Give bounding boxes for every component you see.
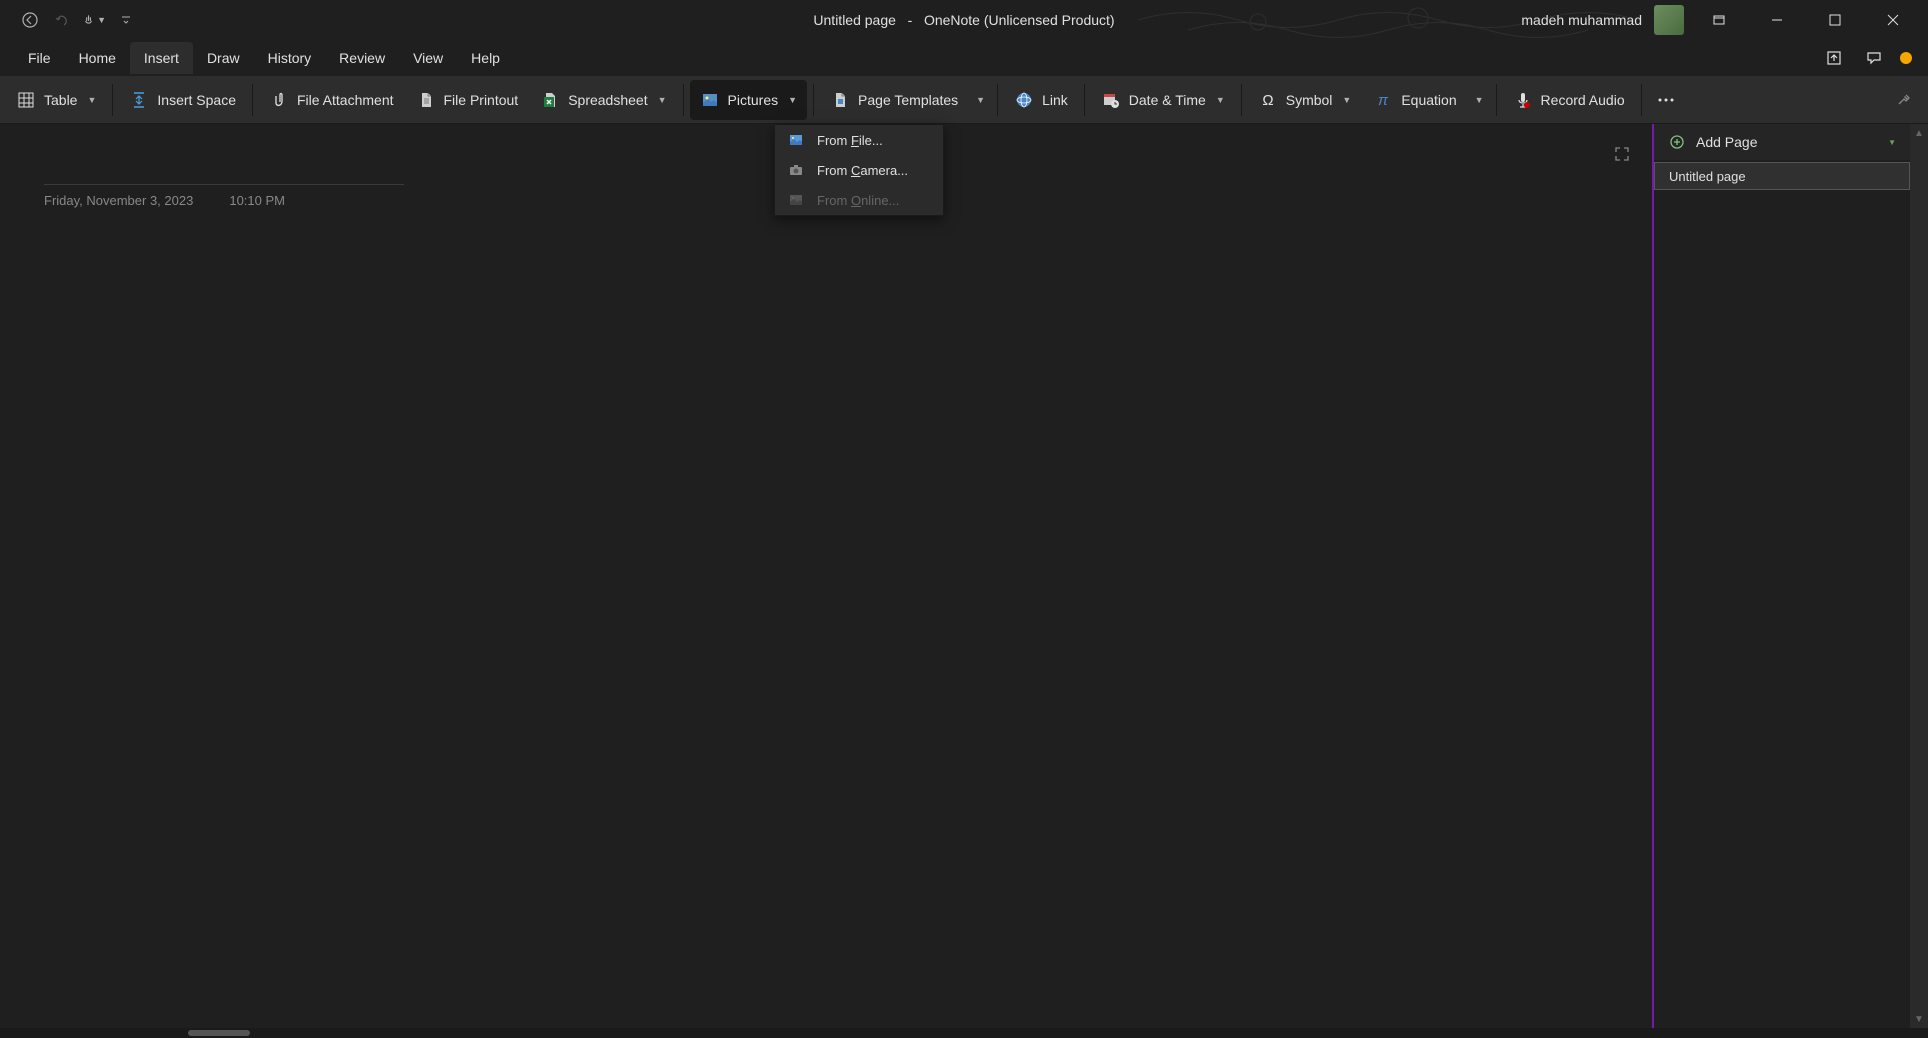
scrollbar-track[interactable]: [1910, 142, 1928, 1010]
menu-history[interactable]: History: [254, 42, 326, 74]
menu-review[interactable]: Review: [325, 42, 399, 74]
chevron-down-icon: ▼: [1342, 95, 1351, 105]
page-time: 10:10 PM: [229, 193, 285, 208]
page-title-line: [44, 184, 404, 185]
vertical-scrollbar[interactable]: ▲ ▼: [1910, 124, 1928, 1028]
picture-online-icon: [787, 191, 805, 209]
expand-fullscreen-icon[interactable]: [1610, 142, 1634, 166]
back-icon[interactable]: [18, 8, 42, 32]
menu-draw[interactable]: Draw: [193, 42, 254, 74]
record-audio-button[interactable]: Record Audio: [1503, 80, 1635, 120]
add-page-button[interactable]: Add Page ▼: [1654, 124, 1910, 160]
touch-mode-icon[interactable]: ▼: [82, 8, 106, 32]
menu-home[interactable]: Home: [65, 42, 130, 74]
share-icon[interactable]: [1820, 44, 1848, 72]
equation-dropdown[interactable]: ▼: [1469, 80, 1490, 120]
chevron-down-icon: ▼: [658, 95, 667, 105]
ribbon-divider: [112, 84, 113, 116]
pictures-icon: [700, 90, 720, 110]
close-button[interactable]: [1870, 3, 1916, 37]
paperclip-icon: [269, 90, 289, 110]
camera-icon: [787, 161, 805, 179]
symbol-button[interactable]: Ω Symbol ▼: [1248, 80, 1362, 120]
ribbon-divider: [1496, 84, 1497, 116]
table-button[interactable]: Table ▼: [6, 80, 106, 120]
title-bar: ▼ Untitled page - OneNote (Unlicensed Pr…: [0, 0, 1928, 40]
user-avatar[interactable]: [1654, 5, 1684, 35]
from-online-item: From Online...: [775, 185, 943, 215]
menu-bar: File Home Insert Draw History Review Vie…: [0, 40, 1928, 76]
ribbon-divider: [1641, 84, 1642, 116]
svg-text:Ω: Ω: [1262, 92, 1273, 109]
table-icon: [16, 90, 36, 110]
record-audio-icon: [1513, 90, 1533, 110]
ribbon: Table ▼ Insert Space File Attachment Fil…: [0, 76, 1928, 124]
picture-file-icon: [787, 131, 805, 149]
date-time-button[interactable]: Date & Time ▼: [1091, 80, 1235, 120]
equation-button[interactable]: π Equation: [1363, 80, 1466, 120]
page-templates-dropdown[interactable]: ▼: [970, 80, 991, 120]
date-time-icon: [1101, 90, 1121, 110]
chevron-down-icon: ▼: [97, 15, 106, 25]
ribbon-divider: [997, 84, 998, 116]
ribbon-divider: [813, 84, 814, 116]
page-templates-icon: [830, 90, 850, 110]
chevron-down-icon: ▼: [1888, 138, 1896, 147]
insert-space-icon: [129, 90, 149, 110]
decorative-swirl: [1138, 0, 1638, 40]
window-title: Untitled page - OneNote (Unlicensed Prod…: [813, 12, 1114, 28]
app-title: OneNote (Unlicensed Product): [924, 12, 1115, 28]
menu-bar-right: [1820, 44, 1928, 72]
comments-icon[interactable]: [1860, 44, 1888, 72]
svg-text:π: π: [1378, 92, 1389, 109]
link-button[interactable]: Link: [1004, 80, 1078, 120]
undo-icon: [50, 8, 74, 32]
ribbon-divider: [1084, 84, 1085, 116]
document-title: Untitled page: [813, 12, 896, 28]
add-page-label: Add Page: [1696, 134, 1758, 150]
menu-help[interactable]: Help: [457, 42, 514, 74]
page-list-panel: Add Page ▼ Untitled page: [1652, 124, 1910, 1028]
scroll-down-icon[interactable]: ▼: [1910, 1010, 1928, 1028]
ribbon-divider: [683, 84, 684, 116]
page-list-item[interactable]: Untitled page: [1654, 162, 1910, 190]
customize-qat-icon[interactable]: [114, 8, 138, 32]
notification-indicator[interactable]: [1900, 52, 1912, 64]
page-date: Friday, November 3, 2023: [44, 193, 193, 208]
spreadsheet-icon: [540, 90, 560, 110]
insert-space-button[interactable]: Insert Space: [119, 80, 246, 120]
chevron-down-icon: ▼: [1216, 95, 1225, 105]
file-printout-button[interactable]: File Printout: [406, 80, 529, 120]
ribbon-divider: [1241, 84, 1242, 116]
from-file-item[interactable]: From File...: [775, 125, 943, 155]
from-camera-item[interactable]: From Camera...: [775, 155, 943, 185]
equation-icon: π: [1373, 90, 1393, 110]
page-canvas[interactable]: Friday, November 3, 2023 10:10 PM From F…: [0, 124, 1652, 1028]
file-printout-icon: [416, 90, 436, 110]
minimize-button[interactable]: [1754, 3, 1800, 37]
scrollbar-thumb[interactable]: [188, 1030, 250, 1036]
pictures-dropdown-menu: From File... From Camera... From Online.…: [774, 124, 944, 216]
menu-view[interactable]: View: [399, 42, 457, 74]
file-attachment-button[interactable]: File Attachment: [259, 80, 404, 120]
pin-ribbon-button[interactable]: [1886, 80, 1922, 120]
main-area: Friday, November 3, 2023 10:10 PM From F…: [0, 124, 1928, 1028]
ribbon-more-button[interactable]: [1648, 80, 1684, 120]
chevron-down-icon: ▼: [788, 95, 797, 105]
page-templates-button[interactable]: Page Templates: [820, 80, 968, 120]
maximize-button[interactable]: [1812, 3, 1858, 37]
link-icon: [1014, 90, 1034, 110]
spreadsheet-button[interactable]: Spreadsheet ▼: [530, 80, 676, 120]
scroll-up-icon[interactable]: ▲: [1910, 124, 1928, 142]
horizontal-scrollbar[interactable]: [0, 1028, 1928, 1038]
ribbon-display-button[interactable]: [1696, 3, 1742, 37]
pictures-button[interactable]: Pictures ▼: [690, 80, 808, 120]
title-bar-left: ▼: [0, 8, 138, 32]
menu-file[interactable]: File: [14, 42, 65, 74]
plus-circle-icon: [1668, 133, 1686, 151]
ribbon-divider: [252, 84, 253, 116]
chevron-down-icon: ▼: [87, 95, 96, 105]
menu-insert[interactable]: Insert: [130, 42, 193, 74]
symbol-icon: Ω: [1258, 90, 1278, 110]
